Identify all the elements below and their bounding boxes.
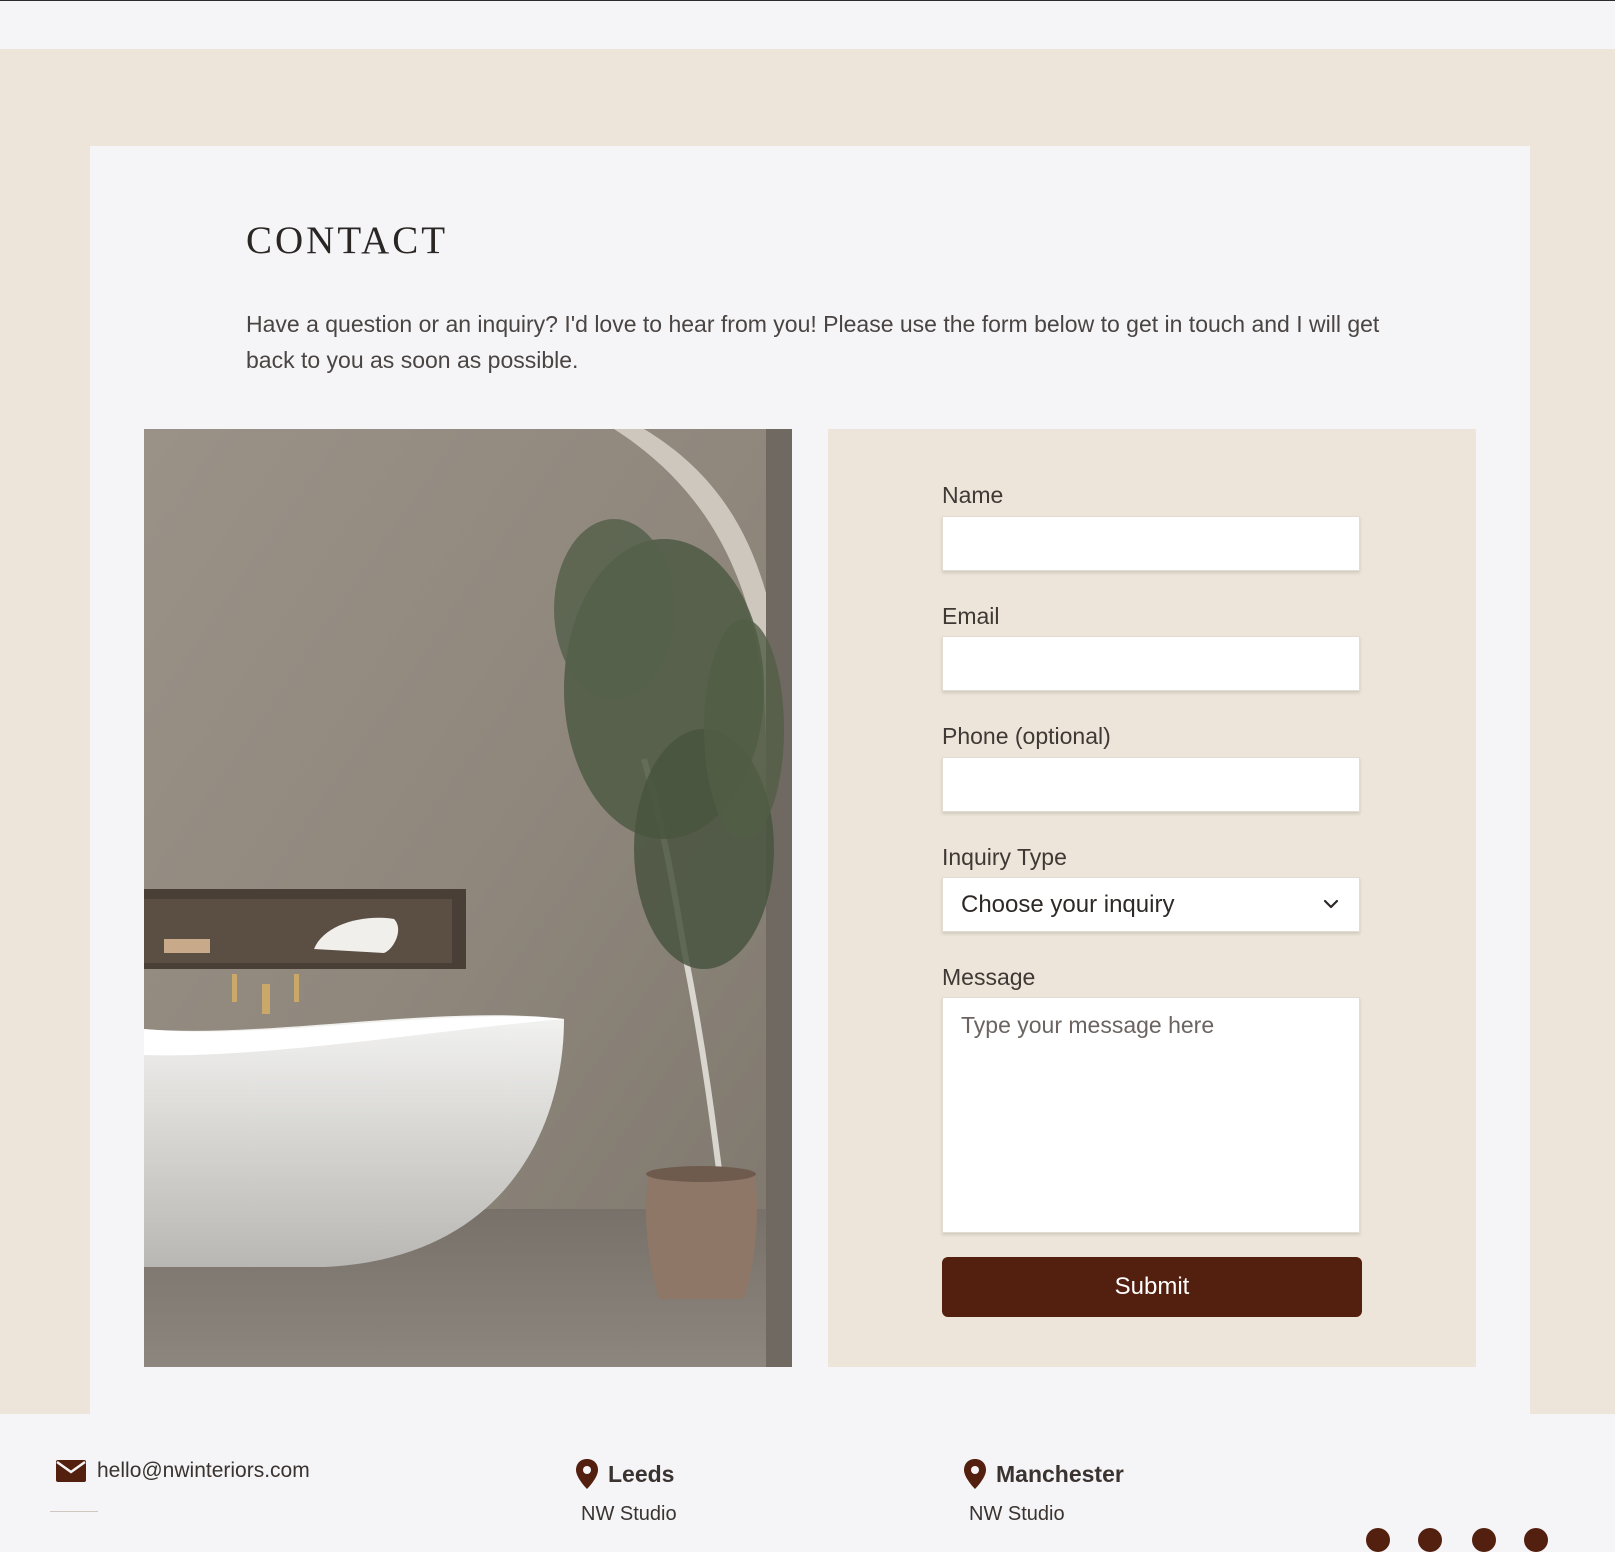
message-textarea[interactable]: Type your message here xyxy=(942,997,1360,1233)
bathroom-illustration xyxy=(144,429,792,1367)
bathroom-photo xyxy=(144,429,792,1367)
location-studio: NW Studio xyxy=(581,1503,677,1525)
location-city: Leeds xyxy=(608,1460,675,1487)
top-bar xyxy=(0,1,1615,49)
footer-divider xyxy=(50,1511,98,1512)
location-city: Manchester xyxy=(996,1460,1124,1487)
location-studio: NW Studio xyxy=(969,1503,1065,1525)
contact-card: CONTACT Have a question or an inquiry? I… xyxy=(90,146,1530,1416)
envelope-icon xyxy=(56,1460,86,1482)
social-icon[interactable] xyxy=(1366,1528,1390,1552)
message-label: Message xyxy=(942,964,1036,990)
location-manchester: Manchester xyxy=(962,1458,1124,1490)
social-icon[interactable] xyxy=(1472,1528,1496,1552)
message-placeholder: Type your message here xyxy=(961,1012,1215,1038)
map-pin-icon xyxy=(576,1459,598,1489)
social-icon[interactable] xyxy=(1524,1528,1548,1552)
email-field[interactable] xyxy=(942,636,1360,691)
footer-email-text: hello@nwinteriors.com xyxy=(97,1459,310,1482)
phone-label: Phone (optional) xyxy=(942,723,1111,749)
map-pin-icon xyxy=(964,1459,986,1489)
name-label: Name xyxy=(942,482,1004,508)
submit-button[interactable]: Submit xyxy=(942,1257,1362,1317)
location-leeds: Leeds xyxy=(574,1458,674,1490)
chevron-down-icon xyxy=(1323,899,1339,909)
contact-form: Name Email Phone (optional) Inquiry Type… xyxy=(828,429,1476,1367)
inquiry-type-select[interactable]: Choose your inquiry xyxy=(942,877,1360,932)
name-field[interactable] xyxy=(942,516,1360,571)
social-icon[interactable] xyxy=(1418,1528,1442,1552)
inquiry-type-value: Choose your inquiry xyxy=(961,891,1175,918)
email-label: Email xyxy=(942,603,1000,629)
page-title: CONTACT xyxy=(246,219,449,262)
footer-email[interactable]: hello@nwinteriors.com xyxy=(55,1459,310,1483)
intro-text: Have a question or an inquiry? I'd love … xyxy=(246,311,1380,373)
contact-section: CONTACT Have a question or an inquiry? I… xyxy=(0,49,1615,1416)
phone-field[interactable] xyxy=(942,757,1360,812)
inquiry-type-label: Inquiry Type xyxy=(942,844,1067,870)
